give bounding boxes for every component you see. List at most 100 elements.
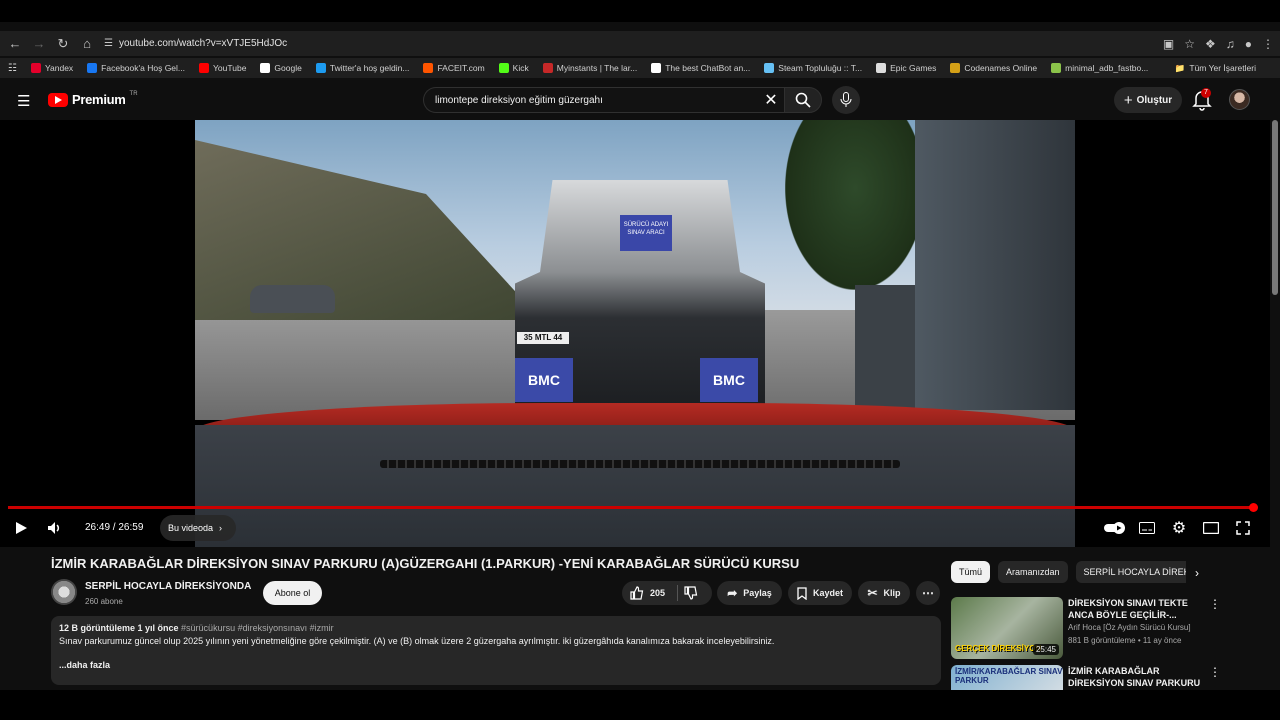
thumbs-up-icon xyxy=(630,586,644,600)
apps-icon[interactable]: ☷ xyxy=(8,63,17,74)
url-text: youtube.com/watch?v=xVTJE5HdJOc xyxy=(118,38,288,49)
menu-icon[interactable]: ☰ xyxy=(17,92,30,110)
reload-icon[interactable]: ↻ xyxy=(51,32,75,56)
bookmark-item[interactable]: Kick xyxy=(498,63,529,73)
recommendation-item[interactable]: GERÇEK DİREKSİYON 25:45 DİREKSİYON SINAV… xyxy=(951,597,1271,659)
video-player[interactable]: SÜRÜCÜ ADAYI SINAV ARACI 35 MTL 44 BMC B… xyxy=(0,120,1270,547)
play-icon xyxy=(16,522,27,534)
scrollbar-thumb[interactable] xyxy=(1272,120,1278,295)
hashtags[interactable]: #sürücükursu #direksiyonsınavı #izmir xyxy=(181,623,334,633)
clip-button[interactable]: ✂ Klip xyxy=(858,581,910,605)
bookmark-star-icon[interactable]: ☆ xyxy=(1184,37,1195,51)
description-box[interactable]: 12 B görüntüleme 1 yıl önce #sürücükursu… xyxy=(51,616,941,685)
search-button[interactable] xyxy=(784,87,822,113)
bookmark-item[interactable]: Yandex xyxy=(30,63,74,73)
time-display: 26:49 / 26:59 xyxy=(85,522,144,533)
address-bar[interactable]: ☰ youtube.com/watch?v=xVTJE5HdJOc xyxy=(104,31,1164,56)
bookmark-item[interactable]: The best ChatBot an... xyxy=(651,63,750,73)
bookmark-favicon-icon xyxy=(199,63,210,73)
bookmark-item[interactable]: Myinstants | The lar... xyxy=(542,63,637,73)
autoplay-toggle[interactable] xyxy=(1103,516,1127,540)
bookmark-label: Steam Topluluğu :: T... xyxy=(778,63,863,73)
bookmark-item[interactable]: Twitter'a hoş geldin... xyxy=(315,63,409,73)
chevron-right-icon[interactable]: › xyxy=(1195,566,1199,580)
description-meta: 12 B görüntüleme 1 yıl önce #sürücükursu… xyxy=(59,623,334,633)
share-button[interactable]: ➦ Paylaş xyxy=(717,581,782,605)
bookmark-icon xyxy=(797,586,807,600)
back-icon[interactable]: ← xyxy=(3,32,27,56)
volume-button[interactable] xyxy=(43,516,67,540)
more-vertical-icon[interactable]: ⋮ xyxy=(1209,597,1221,611)
folder-icon: 📁 xyxy=(1174,62,1186,73)
save-button[interactable]: Kaydet xyxy=(788,581,852,605)
gear-icon: ⚙ xyxy=(1171,520,1187,537)
recommendation-meta: 881 B görüntüleme • 11 ay önce xyxy=(1068,636,1182,645)
browser-menu-icon[interactable]: ⋮ xyxy=(1262,37,1274,51)
bookmark-favicon-icon xyxy=(876,63,887,73)
forward-icon[interactable]: → xyxy=(27,32,51,56)
recommendation-title[interactable]: DİREKSİYON SINAVI TEKTE ANCA BÖYLE GEÇİL… xyxy=(1068,597,1208,621)
bookmark-label: Google xyxy=(274,63,302,73)
site-info-icon[interactable]: ☰ xyxy=(104,38,113,49)
bookmark-item[interactable]: Codenames Online xyxy=(950,63,1037,73)
bookmark-item[interactable]: YouTube xyxy=(199,63,246,73)
bookmark-favicon-icon xyxy=(423,63,434,73)
subtitles-icon xyxy=(1139,522,1155,534)
bookmark-item[interactable]: minimal_adb_fastbo... xyxy=(1051,63,1148,73)
bookmark-item[interactable]: Google xyxy=(260,63,302,73)
chapter-button[interactable]: Bu videoda › xyxy=(160,515,237,541)
channel-name[interactable]: SERPİL HOCAYLA DİREKSİYONDA xyxy=(85,581,251,592)
all-bookmarks[interactable]: 📁 Tüm Yer İşaretleri xyxy=(1175,63,1256,74)
youtube-logo[interactable]: Premium TR xyxy=(48,91,138,107)
filter-chip[interactable]: Aramanızdan xyxy=(998,561,1068,583)
recommendation-item[interactable]: İZMİR/KARABAĞLAR SINAV PARKUR İZMİR KARA… xyxy=(951,665,1271,690)
filter-chip[interactable]: Tümü xyxy=(951,561,991,583)
video-frame[interactable]: SÜRÜCÜ ADAYI SINAV ARACI 35 MTL 44 BMC B… xyxy=(195,120,1075,547)
bookmark-favicon-icon xyxy=(950,63,961,73)
recommendation-title[interactable]: İZMİR KARABAĞLAR DİREKSİYON SINAV PARKUR… xyxy=(1068,665,1208,690)
show-more-link[interactable]: ...daha fazla xyxy=(59,660,933,670)
channel-avatar[interactable] xyxy=(51,579,77,605)
more-actions-button[interactable]: ⋯ xyxy=(916,581,940,605)
bookmark-item[interactable]: Steam Topluluğu :: T... xyxy=(764,63,862,73)
account-avatar[interactable] xyxy=(1229,89,1250,110)
play-button[interactable] xyxy=(9,516,33,540)
progress-bar[interactable] xyxy=(8,506,1254,509)
subtitles-button[interactable] xyxy=(1135,516,1159,540)
filter-chip[interactable]: SERPİL HOCAYLA DİREK xyxy=(1075,561,1186,583)
thumbs-down-icon[interactable] xyxy=(684,586,698,600)
create-button[interactable]: + Oluştur xyxy=(1114,87,1182,113)
settings-button[interactable]: ⚙ xyxy=(1167,516,1191,540)
bookmark-label: The best ChatBot an... xyxy=(665,63,751,73)
like-divider xyxy=(677,585,679,601)
bookmark-favicon-icon xyxy=(498,63,509,73)
subscribe-button[interactable]: Abone ol xyxy=(263,581,322,605)
bookmark-favicon-icon xyxy=(87,63,98,73)
home-icon[interactable]: ⌂ xyxy=(75,32,99,56)
recommendation-thumbnail[interactable]: GERÇEK DİREKSİYON 25:45 xyxy=(951,597,1063,659)
video-title: İZMİR KARABAĞLAR DİREKSİYON SINAV PARKUR… xyxy=(51,556,800,571)
voice-search-button[interactable] xyxy=(832,86,860,114)
video-dash-vent xyxy=(380,460,900,468)
like-button[interactable]: 205 xyxy=(630,586,665,600)
media-controls-icon[interactable]: ♫ xyxy=(1226,37,1235,51)
bookmark-item[interactable]: Epic Games xyxy=(876,63,936,73)
fullscreen-button[interactable] xyxy=(1231,516,1255,540)
clear-search-icon[interactable]: ✕ xyxy=(758,87,784,113)
bookmark-item[interactable]: FACEIT.com xyxy=(423,63,485,73)
bookmark-label: YouTube xyxy=(213,63,247,73)
bookmark-item[interactable]: Facebook'a Hoş Gel... xyxy=(87,63,185,73)
recommendation-channel[interactable]: Arif Hoca [Öz Aydın Sürücü Kursu] xyxy=(1068,623,1191,632)
player-controls: 26:49 / 26:59 Bu videoda › ⚙ xyxy=(0,512,1270,544)
more-vertical-icon[interactable]: ⋮ xyxy=(1209,665,1221,679)
search-input[interactable]: limontepe direksiyon eğitim güzergahı xyxy=(423,87,784,113)
progress-scrubber[interactable] xyxy=(1249,503,1258,512)
theater-mode-button[interactable] xyxy=(1199,516,1223,540)
os-taskbar xyxy=(0,690,1280,720)
bookmark-label: Yandex xyxy=(44,63,74,73)
recommendation-thumbnail[interactable]: İZMİR/KARABAĞLAR SINAV PARKUR xyxy=(951,665,1063,690)
cast-icon[interactable]: ▣ xyxy=(1163,37,1174,51)
extensions-icon[interactable]: ❖ xyxy=(1205,37,1216,51)
profile-icon[interactable]: ● xyxy=(1245,37,1252,51)
page-scrollbar[interactable] xyxy=(1270,120,1280,690)
